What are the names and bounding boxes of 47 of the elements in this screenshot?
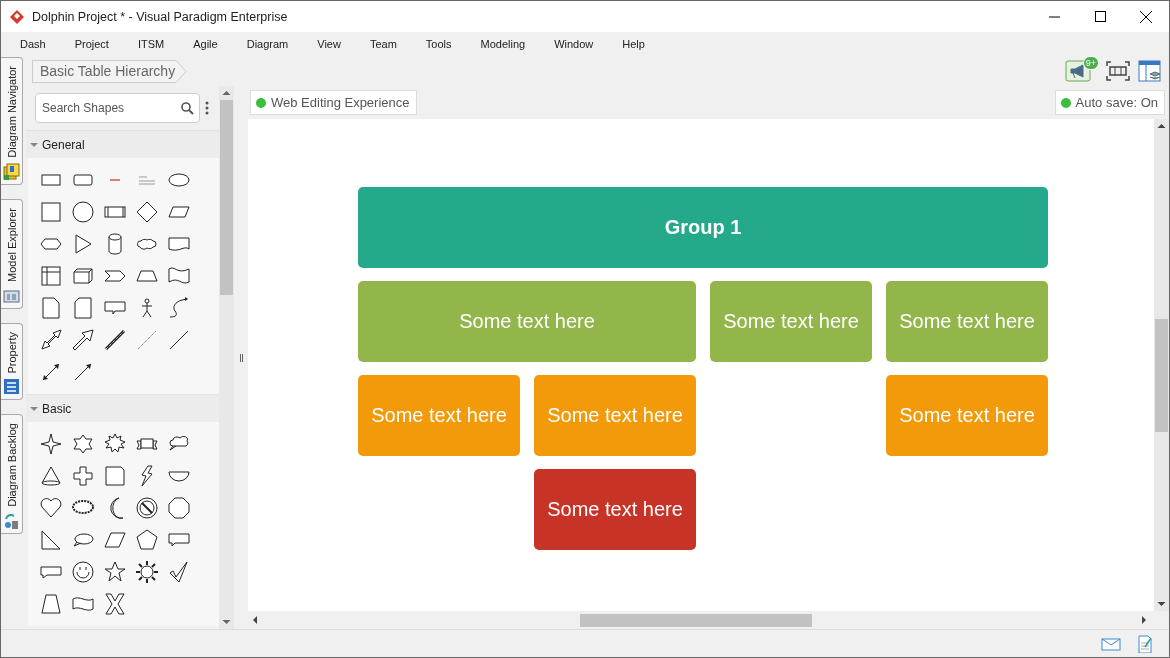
close-icon[interactable] [1140,10,1152,23]
fit-view-icon[interactable] [1105,60,1131,82]
side-tab-icon [3,512,20,530]
splitter-grip-icon[interactable] [239,353,243,362]
scrollbar-thumb[interactable] [1155,319,1168,432]
breadcrumb-arrow-icon [175,59,188,83]
menu-item[interactable]: Team [369,38,397,50]
group-node: Group 1 [358,187,1048,268]
menu-item[interactable]: Window [554,38,594,50]
side-tab[interactable]: Diagram Backlog [1,414,23,535]
text-node: Some text here [534,375,696,456]
search-icon[interactable] [181,102,194,115]
menu-item[interactable]: Dash [20,38,46,50]
side-tab[interactable]: Property [1,322,23,401]
scrollbar-thumb[interactable] [580,613,812,627]
autosave-status[interactable]: Auto save: On [1054,90,1165,115]
menu-item[interactable]: Project [74,38,109,50]
expand-caret-icon[interactable] [30,140,38,149]
text-node: Some text here [358,281,696,362]
side-tab-icon [3,378,20,396]
text-node: Some text here [534,469,696,550]
side-tab-icon [3,162,20,180]
web-editing-badge[interactable]: Web Editing Experience [250,90,417,115]
more-options-icon[interactable] [205,101,209,115]
app-logo-icon [10,9,24,24]
window-title: Dolphin Project * - Visual Paradigm Enterprise [32,9,289,24]
expand-caret-icon[interactable] [30,404,38,413]
side-tab[interactable]: Model Explorer [1,198,23,309]
text-node: Some text here [358,375,520,456]
menu-item[interactable]: Tools [425,38,452,50]
menu-item[interactable]: ITSM [137,38,165,50]
menu-item[interactable]: Agile [193,38,218,50]
side-tab[interactable]: Diagram Navigator [1,57,23,185]
menu-item[interactable]: Diagram [246,38,289,50]
shape-group-title[interactable]: General [42,137,85,152]
shape-group-title[interactable]: Basic [42,401,72,416]
text-node: Some text here [710,281,872,362]
scrollbar-thumb[interactable] [220,100,233,295]
search-field[interactable]: Search Shapes [35,93,200,123]
text-node: Some text here [886,375,1048,456]
menu-item[interactable]: Help [622,38,645,50]
layers-panel-icon[interactable] [1137,60,1163,82]
maximize-icon[interactable] [1094,11,1106,22]
note-icon[interactable] [1135,634,1155,653]
menu-item[interactable]: Modeling [480,38,526,50]
menu-item[interactable]: View [317,38,341,50]
text-node: Some text here [886,281,1048,362]
